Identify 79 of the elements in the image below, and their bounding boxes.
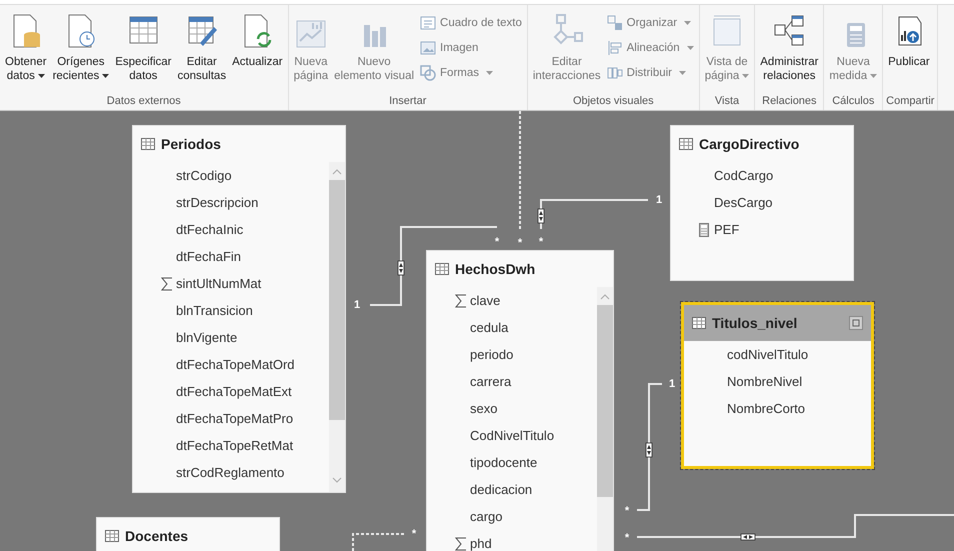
cardinality-label: 1 <box>354 299 360 311</box>
shapes-icon <box>420 65 436 81</box>
table-title: CargoDirectivo <box>699 136 800 152</box>
field-name: blnVigente <box>175 329 238 347</box>
ribbon-button[interactable]: Actualizar <box>230 13 285 69</box>
field-name: strCodigo <box>175 167 233 185</box>
cardinality-label: 1 <box>656 194 662 206</box>
ribbon-button[interactable]: Editar consultas <box>175 13 228 83</box>
field-name: dtFechaTopeMatPro <box>175 410 294 428</box>
cardinality-label: 1 <box>668 378 676 390</box>
text-box-icon <box>420 15 436 31</box>
field-name: tipodocente <box>469 454 538 472</box>
field-name: strDescripcion <box>175 194 260 212</box>
field-name: dtFechaInic <box>175 221 244 239</box>
arrange-icon <box>606 15 623 31</box>
field-name: codNivelTitulo <box>726 346 810 364</box>
group-label: Insertar <box>388 95 428 109</box>
field-name: sexo <box>469 400 498 418</box>
ribbon-button[interactable]: Publicar <box>886 13 932 69</box>
scrollbar[interactable] <box>597 287 613 551</box>
collapse-icon[interactable] <box>849 316 863 330</box>
cardinality-label: * <box>538 236 544 248</box>
table-card[interactable]: Docentes <box>96 517 280 551</box>
field-name: dtFechaTopeRetMat <box>175 437 294 455</box>
field-name: DesCargo <box>713 194 774 212</box>
table-icon <box>679 138 693 150</box>
sum-icon <box>455 294 467 308</box>
field-name: dtFechaFin <box>175 248 242 266</box>
table-icon <box>141 138 155 150</box>
distribute-icon <box>606 65 623 81</box>
ribbon-button[interactable]: Orígenes recientes <box>50 13 112 83</box>
table-card[interactable]: CargoDirectivo CodCargo DesCargo PEF <box>670 125 854 281</box>
field-name: cargo <box>469 508 504 526</box>
field-name: cedula <box>469 319 510 337</box>
field-name: phd <box>427 530 597 551</box>
group-label: Objetos visuales <box>572 95 655 109</box>
cardinality-label: * <box>518 237 522 249</box>
sum-icon <box>161 276 173 290</box>
image-icon <box>420 40 436 56</box>
table-title: Titulos_nivel <box>712 315 798 331</box>
group-label: Cálculos <box>831 95 876 109</box>
scrollbar[interactable] <box>329 162 345 492</box>
align-icon <box>606 40 623 56</box>
field-name: carrera <box>469 373 512 391</box>
group-label: Compartir <box>886 95 934 109</box>
sum-icon <box>455 536 467 550</box>
field-name: NombreCorto <box>726 400 806 418</box>
table-icon <box>105 530 119 542</box>
field-name: dtFechaTopeMatExt <box>175 383 293 401</box>
field-name: clave <box>427 287 597 314</box>
table-title: Docentes <box>125 528 188 544</box>
cardinality-label: * <box>624 505 630 517</box>
group-label: Datos externos <box>106 95 182 109</box>
ribbon-button[interactable]: Administrar relaciones <box>758 13 820 83</box>
table-icon <box>692 317 706 329</box>
field-name: dtFechaTopeMatOrd <box>175 356 296 374</box>
field-name: CodCargo <box>713 167 774 185</box>
field-name: NombreNivel <box>726 373 804 391</box>
table-card[interactable]: HechosDwh clave cedula periodo carrera sexo CodNivelTitulo tipodocente dedicacion cargo phd <box>426 250 614 551</box>
field-name: CodNivelTitulo <box>469 427 556 445</box>
field-name: periodo <box>469 346 514 364</box>
group-label: Vista <box>714 95 740 109</box>
calculator-icon <box>699 222 709 236</box>
cardinality-label: * <box>494 236 500 248</box>
ribbon-button[interactable]: Especificar datos <box>113 13 174 83</box>
field-name: strCodReglamento <box>175 464 286 482</box>
table-title: HechosDwh <box>455 261 536 277</box>
field-name: PEF <box>671 216 853 243</box>
field-name: sintUltNumMat <box>133 270 329 297</box>
table-card[interactable]: Titulos_nivel codNivelTitulo NombreNivel NombreCorto <box>681 302 874 469</box>
field-name: blnTransicion <box>175 302 254 320</box>
table-title: Periodos <box>161 136 221 152</box>
cardinality-label: * <box>412 528 416 540</box>
table-card[interactable]: Periodos strCodigo strDescripcion dtFechaInic dtFechaFin sintUltNumMat blnTransicion blnVigente dtFechaTopeMatOrd dtFechaTopeMatExt dtFechaTopeMatPro dtFechaTopeRetMat strCodReglamento <box>132 125 346 493</box>
cardinality-label: * <box>624 532 630 544</box>
ribbon-button[interactable]: Obtener datos <box>3 13 49 83</box>
group-label: Relaciones <box>761 95 818 109</box>
table-icon <box>435 263 449 275</box>
field-name: dedicacion <box>469 481 534 499</box>
